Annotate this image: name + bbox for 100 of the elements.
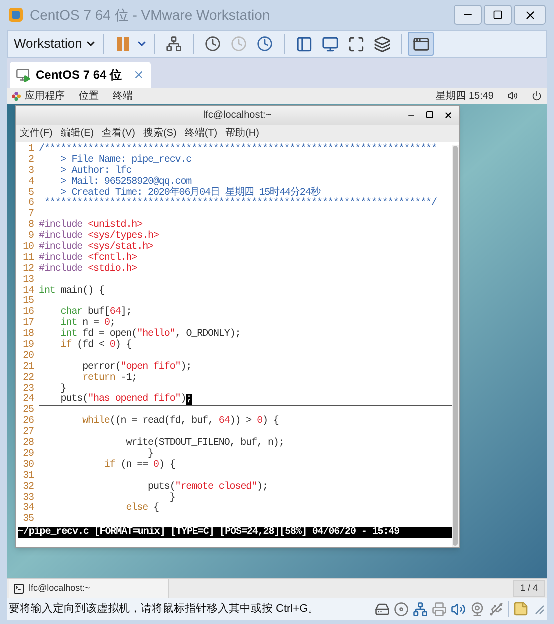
code-line: if (n == 0) { bbox=[103, 460, 176, 472]
code-line: return -1; bbox=[82, 374, 138, 385]
line-number: 15 bbox=[22, 297, 34, 308]
line-number: 9 bbox=[28, 232, 34, 242]
console-view-button[interactable] bbox=[408, 32, 434, 56]
code-line: perror("open fifo"); bbox=[82, 362, 193, 373]
line-number: 34 bbox=[22, 504, 34, 514]
line-number: 21 bbox=[22, 362, 34, 373]
terminal-icon bbox=[13, 582, 25, 594]
code-line: #include <sys/stat.h> bbox=[39, 243, 154, 254]
resize-grip-icon[interactable] bbox=[533, 603, 545, 615]
line-number: 3 bbox=[28, 166, 34, 177]
disc-icon[interactable] bbox=[394, 602, 409, 616]
terminal-menu[interactable]: 查看(V) bbox=[102, 126, 136, 142]
code-line: #include <fcntl.h> bbox=[39, 254, 138, 264]
line-number: 27 bbox=[22, 428, 34, 438]
line-number: 19 bbox=[22, 341, 34, 352]
code-line: puts("has opened fifo"); bbox=[39, 395, 452, 406]
code-line: while((n = read(fd, buf, 64)) > 0) { bbox=[82, 417, 280, 428]
line-number: 22 bbox=[22, 374, 34, 384]
line-number: 35 bbox=[22, 515, 34, 526]
window-title: CentOS 7 64 位 - VMware Workstation bbox=[30, 6, 270, 24]
pause-icon bbox=[116, 36, 130, 52]
line-number: 10 bbox=[22, 243, 34, 254]
monitor-icon bbox=[322, 36, 339, 52]
code-line: #include <unistd.h> bbox=[39, 221, 143, 232]
terminal-menu[interactable]: 帮助(H) bbox=[226, 126, 260, 142]
code-line: } bbox=[60, 384, 66, 395]
terminal-menu[interactable]: 文件(F) bbox=[20, 126, 53, 142]
line-number: 14 bbox=[22, 286, 34, 297]
code-line: write(STDOUT_FILENO, buf, n); bbox=[125, 439, 286, 450]
vm-play-icon bbox=[16, 68, 31, 82]
network-icon[interactable] bbox=[413, 602, 428, 616]
power-icon[interactable] bbox=[532, 91, 542, 101]
line-number: 18 bbox=[22, 330, 34, 340]
code-line: > Author: lfc bbox=[60, 166, 132, 177]
sidebar-icon bbox=[296, 36, 313, 52]
line-number: 12 bbox=[22, 264, 34, 275]
code-line: } bbox=[147, 450, 154, 461]
line-number: 25 bbox=[22, 406, 34, 416]
line-number: 1 bbox=[28, 145, 34, 155]
code-line: char buf[64]; bbox=[60, 308, 133, 318]
usb-icon[interactable] bbox=[489, 602, 504, 616]
close-tab-icon[interactable] bbox=[133, 69, 146, 81]
volume-icon[interactable] bbox=[508, 91, 518, 101]
clock-icon bbox=[205, 36, 222, 52]
scrollbar-thumb[interactable] bbox=[453, 146, 458, 546]
line-number: 31 bbox=[22, 472, 34, 482]
diagram-icon bbox=[166, 36, 182, 52]
clock[interactable]: 星期四 15:49 bbox=[436, 88, 494, 104]
webcam-icon[interactable] bbox=[470, 602, 485, 616]
code-line: #include <stdio.h> bbox=[39, 264, 138, 276]
code-line: #include <sys/types.h> bbox=[39, 232, 160, 242]
line-number: 33 bbox=[22, 494, 34, 504]
code-line: ***********************************************************************/ bbox=[43, 199, 438, 210]
maximize-icon bbox=[493, 10, 503, 20]
close-icon[interactable] bbox=[444, 111, 453, 120]
top-bar-menu[interactable]: 应用程序 bbox=[25, 88, 65, 104]
vm-tab[interactable]: CentOS 7 64 位 bbox=[10, 62, 152, 88]
speaker-icon[interactable] bbox=[451, 602, 466, 616]
workstation-menu[interactable]: Workstation bbox=[14, 34, 98, 54]
code-line: if (fd < 0) { bbox=[60, 341, 133, 352]
clock-icon bbox=[231, 36, 248, 52]
printer-icon[interactable] bbox=[432, 602, 447, 616]
line-number: 8 bbox=[28, 221, 34, 232]
code-line: } bbox=[170, 494, 176, 504]
code-line: > Created Time: 2020年06月04日 星期四 15时44分24秒 bbox=[60, 188, 321, 199]
code-line: > File Name: pipe_recv.c bbox=[60, 156, 193, 166]
line-number: 16 bbox=[22, 308, 34, 318]
line-number: 5 bbox=[28, 188, 34, 199]
terminal-menu[interactable]: 编辑(E) bbox=[60, 126, 94, 142]
app-logo-icon bbox=[8, 7, 24, 23]
line-number: 6 bbox=[28, 199, 34, 210]
top-bar-menu[interactable]: 终端 bbox=[113, 88, 133, 104]
workspace-switcher[interactable]: 1 / 4 bbox=[513, 580, 545, 597]
layers-icon bbox=[374, 36, 391, 52]
code-line: else { bbox=[125, 504, 160, 516]
line-number: 32 bbox=[22, 482, 34, 493]
full-screen-icon bbox=[348, 36, 365, 52]
code-line: int fd = open("hello", O_RDONLY); bbox=[60, 330, 242, 340]
line-number: 20 bbox=[22, 352, 34, 362]
taskbar-window-button[interactable]: lfc@localhost:~ bbox=[9, 579, 169, 598]
terminal-title: lfc@localhost:~ bbox=[203, 109, 272, 124]
close-button[interactable] bbox=[514, 5, 546, 25]
line-number: 28 bbox=[22, 439, 34, 450]
status-message: 要将输入定向到该虚拟机，请将鼠标指针移入其中或按 Ctrl+G。 bbox=[9, 602, 320, 617]
maximize-icon[interactable] bbox=[426, 111, 434, 120]
maximize-button[interactable] bbox=[484, 5, 512, 25]
code-line: int main() { bbox=[39, 286, 106, 298]
clock-icon bbox=[257, 36, 274, 52]
line-number: 26 bbox=[22, 417, 34, 428]
code-line: int n = 0; bbox=[60, 319, 116, 330]
code-line: > Mail: 965258920@qq.com bbox=[60, 178, 192, 188]
line-number: 4 bbox=[28, 178, 34, 188]
terminal-menu[interactable]: 搜索(S) bbox=[143, 126, 177, 142]
top-bar-menu[interactable]: 位置 bbox=[79, 88, 99, 104]
line-number: 2 bbox=[28, 156, 34, 166]
line-number: 13 bbox=[22, 276, 34, 286]
line-number: 11 bbox=[22, 254, 34, 264]
terminal-menu[interactable]: 终端(T) bbox=[184, 126, 218, 142]
